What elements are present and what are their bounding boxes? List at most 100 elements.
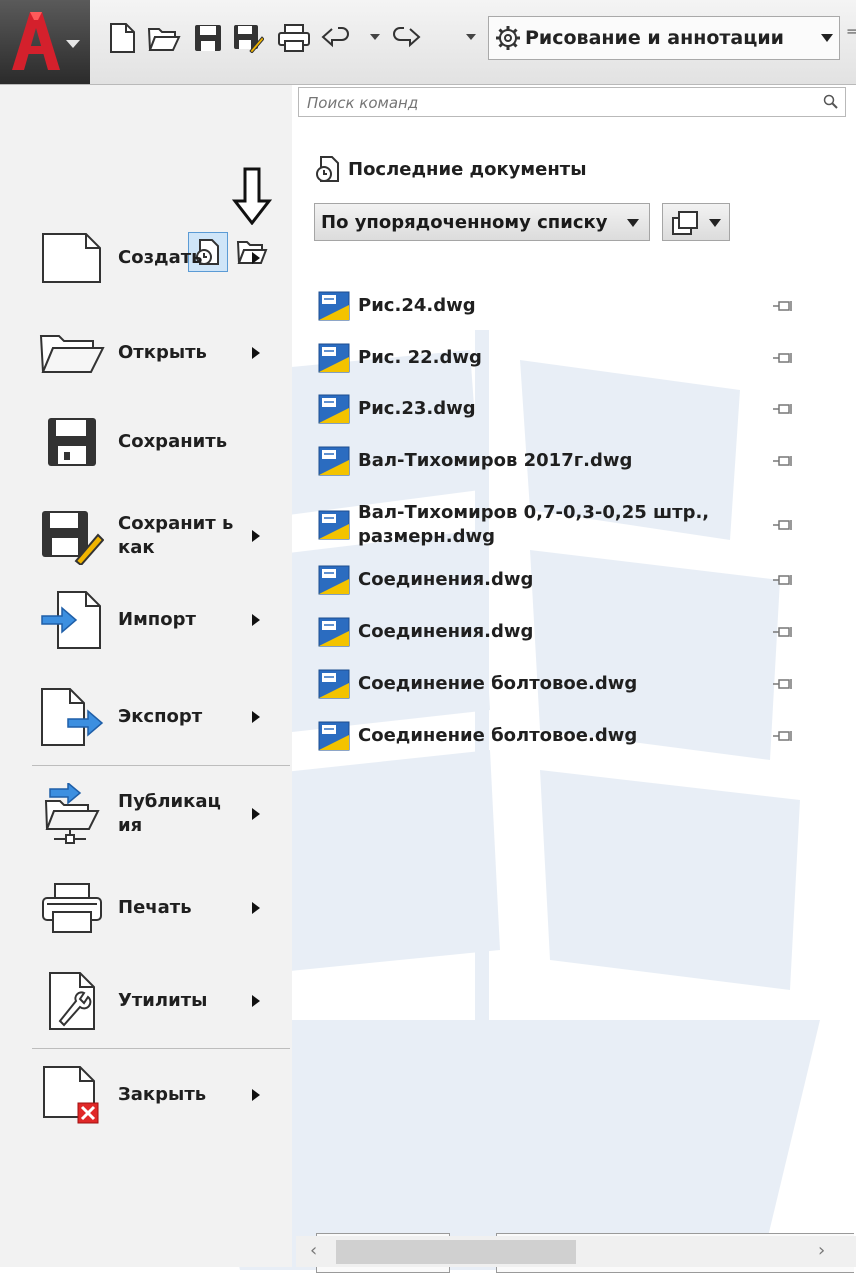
floppy-pencil-icon [38, 504, 106, 568]
toolbar-overflow-icon[interactable]: = [846, 24, 856, 40]
undo-icon[interactable] [318, 20, 354, 56]
import-icon [38, 588, 106, 652]
floppy-icon [38, 410, 106, 474]
workspace-label: Рисование и аннотации [525, 27, 784, 49]
chevron-right-icon [252, 347, 260, 359]
menu-item-label: Импорт [118, 609, 196, 630]
chevron-down-icon [627, 219, 639, 227]
recent-document-name: Соединение болтовое.dwg [358, 725, 638, 746]
recent-document-item[interactable]: Рис.24.dwg [318, 291, 818, 321]
quick-access-toolbar: Рисование и аннотации = [0, 0, 856, 85]
horizontal-scrollbar[interactable]: ‹ › [296, 1236, 856, 1267]
menu-item-label: Сохранить [118, 431, 228, 452]
menu-item-label: Закрыть [118, 1084, 207, 1105]
folder-open-icon [38, 321, 106, 385]
dwg-file-icon [318, 291, 350, 321]
printer-icon [38, 876, 106, 940]
export-icon [38, 685, 106, 749]
display-mode-select[interactable] [662, 203, 730, 241]
dwg-file-icon [318, 510, 350, 540]
menu-item-label: Создать [118, 247, 203, 268]
menu-item-close[interactable]: Закрыть [0, 1056, 292, 1134]
recent-document-item[interactable]: Соединение болтовое.dwg [318, 721, 818, 751]
menu-item-new[interactable]: Создать [0, 219, 292, 297]
menu-item-label: Сохранит ь как [118, 513, 234, 558]
chevron-right-icon [252, 614, 260, 626]
recent-document-item[interactable]: Соединения.dwg [318, 617, 818, 647]
menu-item-save[interactable]: Сохранить [0, 403, 292, 481]
dwg-file-icon [318, 669, 350, 699]
recent-document-name: Рис. 22.dwg [358, 347, 482, 368]
recent-documents-panel: Последние документы По упорядоченному сп… [294, 85, 856, 1273]
chevron-down-icon [66, 40, 80, 48]
application-menu: Создать Открыть Сохранить Сохранит ь как… [0, 85, 292, 1267]
menu-item-label: Экспорт [118, 706, 203, 727]
pin-icon[interactable] [772, 730, 794, 742]
recent-document-name: Вал-Тихомиров 0,7-0,3-0,25 штр., размерн… [358, 502, 710, 547]
menu-item-save-as[interactable]: Сохранит ь как [0, 497, 292, 575]
new-icon[interactable] [104, 20, 140, 56]
menu-item-label: Печать [118, 897, 192, 918]
dwg-file-icon [318, 446, 350, 476]
redo-icon[interactable] [388, 20, 424, 56]
print-icon[interactable] [276, 20, 312, 56]
new-file-icon [38, 226, 106, 290]
search-icon[interactable] [823, 94, 839, 110]
recent-documents-icon [316, 156, 339, 182]
sort-order-value: По упорядоченному списку [321, 211, 608, 233]
sort-order-select[interactable]: По упорядоченному списку [314, 203, 650, 241]
scrollbar-thumb[interactable] [336, 1240, 576, 1264]
pin-icon[interactable] [772, 678, 794, 690]
menu-item-open[interactable]: Открыть [0, 314, 292, 392]
recent-document-name: Соединение болтовое.dwg [358, 673, 638, 694]
recent-document-item[interactable]: Вал-Тихомиров 2017г.dwg [318, 446, 818, 476]
open-icon[interactable] [146, 20, 182, 56]
chevron-right-icon [252, 711, 260, 723]
scroll-left-icon[interactable]: ‹ [310, 1240, 317, 1261]
dwg-file-icon [318, 617, 350, 647]
workspace-selector[interactable]: Рисование и аннотации [488, 16, 840, 60]
recent-document-name: Рис.23.dwg [358, 398, 476, 419]
menu-item-print[interactable]: Печать [0, 869, 292, 947]
menu-item-export[interactable]: Экспорт [0, 678, 292, 756]
chevron-right-icon [252, 808, 260, 820]
menu-item-label: Открыть [118, 342, 207, 363]
pin-icon[interactable] [772, 626, 794, 638]
recent-document-item[interactable]: Соединение болтовое.dwg [318, 669, 818, 699]
menu-item-import[interactable]: Импорт [0, 581, 292, 659]
dwg-file-icon [318, 343, 350, 373]
close-file-icon [38, 1063, 106, 1127]
chevron-right-icon [252, 1089, 260, 1101]
recent-documents-title: Последние документы [348, 158, 587, 180]
chevron-right-icon [252, 902, 260, 914]
pin-icon[interactable] [772, 300, 794, 312]
pin-icon[interactable] [772, 574, 794, 586]
command-search [298, 87, 846, 118]
menu-item-label: Публикац ия [118, 791, 221, 836]
recent-document-item[interactable]: Рис. 22.dwg [318, 343, 818, 373]
scroll-right-icon[interactable]: › [818, 1240, 825, 1261]
redo-dropdown-icon[interactable] [466, 34, 476, 40]
dwg-file-icon [318, 721, 350, 751]
chevron-right-icon [252, 530, 260, 542]
recent-document-name: Вал-Тихомиров 2017г.dwg [358, 450, 633, 471]
recent-document-item[interactable]: Рис.23.dwg [318, 394, 818, 424]
recent-document-item[interactable]: Соединения.dwg [318, 565, 818, 595]
gear-icon [496, 26, 520, 50]
pin-icon[interactable] [772, 352, 794, 364]
save-icon[interactable] [190, 20, 226, 56]
pin-icon[interactable] [772, 403, 794, 415]
chevron-down-icon [709, 219, 721, 227]
search-input[interactable] [299, 88, 809, 118]
pin-icon[interactable] [772, 455, 794, 467]
icon-view-icon [672, 211, 698, 235]
menu-item-publish[interactable]: Публикац ия [0, 775, 292, 853]
undo-dropdown-icon[interactable] [370, 34, 380, 40]
menu-separator [32, 765, 290, 766]
pin-icon[interactable] [772, 519, 794, 531]
application-menu-button[interactable] [0, 0, 90, 84]
save-as-icon[interactable] [230, 20, 266, 56]
chevron-down-icon [821, 34, 833, 42]
menu-item-utilities[interactable]: Утилиты [0, 962, 292, 1040]
recent-document-item[interactable]: Вал-Тихомиров 0,7-0,3-0,25 штр., размерн… [318, 501, 818, 549]
